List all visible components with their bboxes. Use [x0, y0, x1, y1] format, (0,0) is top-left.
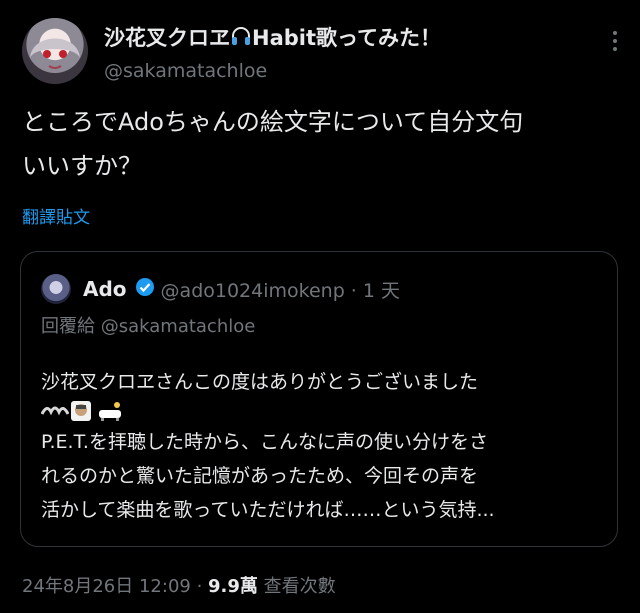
- replying-to: 回覆給 @sakamatachloe: [41, 312, 255, 338]
- quoted-name[interactable]: Ado: [83, 277, 127, 301]
- author-handle[interactable]: @sakamatachloe: [104, 60, 441, 82]
- quoted-text-line: れるのかと驚いた記憶があったため、今回その声を: [41, 465, 479, 487]
- tweet-meta: 24年8月26日 12:09 · 9.9萬 查看次數: [22, 572, 336, 598]
- emoji-row: [40, 397, 611, 423]
- headphone-icon: [230, 25, 252, 52]
- bathtub-emoji-icon: [97, 399, 121, 421]
- tweet-text: ところでAdoちゃんの絵文字について自分文句 いいすか？: [22, 100, 632, 188]
- reply-handle[interactable]: @sakamatachloe: [101, 316, 256, 337]
- quoted-text: 沙花叉クロヱさんこの度はありがとうございました P.E.T.を拝聴した時から、こ…: [40, 365, 611, 527]
- quoted-avatar[interactable]: [41, 274, 71, 304]
- quoted-text-line: P.E.T.を拝聴した時から、こんなに声の使い分けをさ: [41, 431, 488, 453]
- quoted-header: Ado @ado1024imokenp · 1 天: [41, 274, 400, 304]
- views-label: 查看次數: [257, 576, 336, 597]
- author-avatar[interactable]: [22, 18, 88, 84]
- display-name-text: 沙花叉クロヱ: [104, 26, 230, 50]
- tweet-text-line: ところでAdoちゃんの絵文字について自分文句: [22, 108, 524, 136]
- reply-prefix: 回覆給: [41, 316, 95, 337]
- author-display-name[interactable]: 沙花叉クロヱ Habit歌ってみた！: [104, 22, 441, 52]
- quoted-text-line: 活かして楽曲を歌っていただければ……という気持...: [41, 499, 495, 521]
- wave-emoji-icon: [40, 399, 70, 421]
- more-icon[interactable]: [612, 30, 618, 56]
- ghost-emoji-icon: [69, 399, 93, 421]
- translate-link[interactable]: 翻譯貼文: [22, 203, 90, 228]
- quoted-tweet[interactable]: Ado @ado1024imokenp · 1 天 回覆給 @sakamatac…: [20, 251, 618, 547]
- views-count: 9.9萬: [208, 576, 258, 597]
- verified-badge-icon: [135, 277, 155, 301]
- display-name-suffix: Habit歌ってみた！: [252, 26, 441, 50]
- timestamp[interactable]: 24年8月26日 12:09 ·: [22, 576, 208, 597]
- tweet-text-line: いいすか？: [22, 152, 142, 180]
- quoted-handle-time[interactable]: @ado1024imokenp · 1 天: [161, 276, 400, 303]
- author-block: 沙花叉クロヱ Habit歌ってみた！ @sakamatachloe: [104, 22, 441, 82]
- quoted-text-line: 沙花叉クロヱさんこの度はありがとうございました: [41, 371, 479, 393]
